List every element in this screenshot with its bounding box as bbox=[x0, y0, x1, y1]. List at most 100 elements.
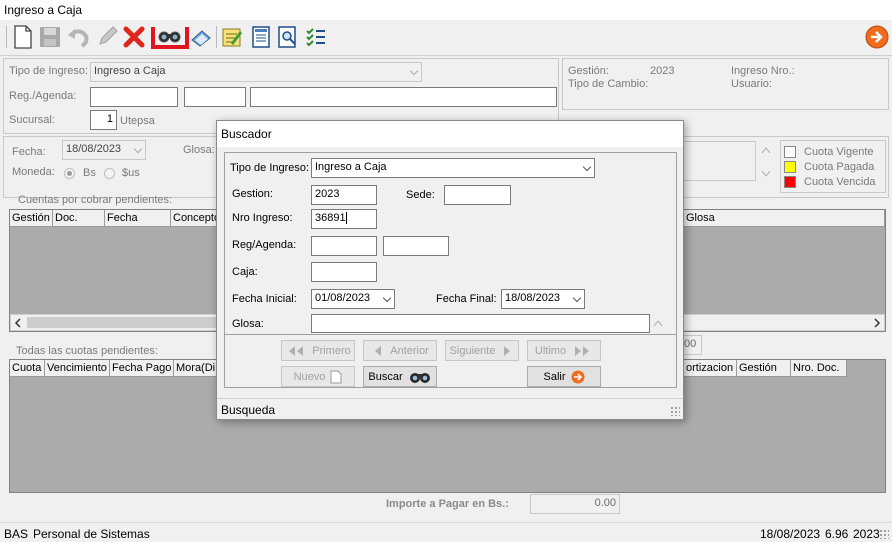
delete-icon[interactable] bbox=[121, 24, 147, 50]
fecha-value: 18/08/2023 bbox=[66, 143, 122, 155]
status-year: 2023 bbox=[853, 527, 880, 541]
binoculars-icon bbox=[409, 372, 430, 383]
document-icon[interactable] bbox=[248, 24, 274, 50]
scroll-up-icon[interactable] bbox=[653, 319, 663, 327]
dlg-caja-label: Caja: bbox=[232, 266, 258, 278]
scroll-left-icon[interactable] bbox=[14, 318, 22, 328]
scroll-down-icon[interactable] bbox=[761, 170, 771, 178]
tipo-ingreso-label: Tipo de Ingreso: bbox=[9, 65, 89, 77]
salir-button[interactable]: Salir bbox=[527, 366, 601, 387]
glosa-label: Glosa: bbox=[183, 144, 215, 156]
glosa-field-tail[interactable] bbox=[683, 141, 756, 181]
print-icon[interactable] bbox=[188, 24, 214, 50]
dlg-fecha-final-picker[interactable]: 18/08/2023 bbox=[501, 289, 585, 309]
resize-grip[interactable] bbox=[879, 529, 889, 539]
fecha-picker[interactable]: 18/08/2023 bbox=[62, 140, 146, 160]
edit-icon[interactable] bbox=[94, 24, 120, 50]
exit-arrow-icon bbox=[571, 370, 584, 383]
dlg-gestion-field[interactable]: 2023 bbox=[311, 185, 377, 205]
buscador-dialog: Buscador Tipo de Ingreso: Ingreso a Caja… bbox=[216, 120, 684, 420]
grid2-header[interactable]: Nro. Doc. bbox=[791, 360, 847, 377]
grid1-header[interactable]: Glosa bbox=[684, 210, 885, 227]
reg-agenda-field-3[interactable] bbox=[250, 87, 557, 107]
dlg-nro-label: Nro Ingreso: bbox=[232, 212, 293, 224]
toolbar bbox=[0, 20, 892, 56]
status-code: BAS bbox=[4, 527, 29, 541]
reg-agenda-field-1[interactable] bbox=[90, 87, 178, 107]
chevron-down-icon bbox=[572, 293, 582, 303]
dialog-statusbar: Busqueda bbox=[217, 398, 683, 419]
dlg-tipo-combo[interactable]: Ingreso a Caja bbox=[311, 158, 595, 178]
buscar-button[interactable]: Buscar bbox=[363, 366, 437, 387]
moneda-bs-radio[interactable] bbox=[64, 168, 75, 179]
importe-label: Importe a Pagar en Bs.: bbox=[386, 498, 509, 510]
preview-icon[interactable] bbox=[275, 24, 301, 50]
window-titlebar: Ingreso a Caja bbox=[0, 0, 892, 20]
dlg-fecha-inicial-picker[interactable]: 01/08/2023 bbox=[311, 289, 395, 309]
sucursal-field[interactable]: 1 bbox=[90, 110, 117, 130]
chevron-down-icon bbox=[582, 162, 592, 172]
dlg-caja-field[interactable] bbox=[311, 262, 377, 282]
grid2-header[interactable]: Gestión bbox=[737, 360, 791, 377]
moneda-us-radio[interactable] bbox=[104, 168, 115, 179]
importe-field[interactable]: 0.00 bbox=[530, 494, 620, 514]
grid2-header[interactable]: Vencimiento bbox=[45, 360, 110, 377]
siguiente-button[interactable]: Siguiente bbox=[445, 340, 519, 361]
reg-agenda-field-2[interactable] bbox=[184, 87, 246, 107]
nuevo-button[interactable]: Nuevo bbox=[281, 366, 355, 387]
sucursal-name: Utepsa bbox=[120, 115, 155, 127]
window-title: Ingreso a Caja bbox=[4, 3, 83, 17]
sucursal-label: Sucursal: bbox=[9, 114, 55, 126]
tipo-cambio-label: Tipo de Cambio: bbox=[568, 78, 649, 90]
dialog-titlebar: Buscador bbox=[217, 121, 683, 147]
dlg-glosa-field[interactable] bbox=[311, 314, 650, 333]
dlg-sede-field[interactable] bbox=[444, 185, 511, 205]
notes-icon[interactable] bbox=[219, 24, 245, 50]
primero-button[interactable]: Primero bbox=[281, 340, 355, 361]
dlg-fecha-final-value: 18/08/2023 bbox=[505, 292, 561, 304]
grid2-header[interactable]: Fecha Pago bbox=[110, 360, 174, 377]
dlg-reg-field-2[interactable] bbox=[383, 236, 449, 256]
grid1-header[interactable]: Gestión bbox=[10, 210, 53, 227]
right-arrow-icon bbox=[504, 345, 511, 356]
dlg-tipo-label: Tipo de Ingreso: bbox=[230, 162, 310, 174]
anterior-label: Anterior bbox=[390, 344, 429, 357]
new-icon[interactable] bbox=[10, 24, 36, 50]
legend-label-vigente: Cuota Vigente bbox=[804, 146, 874, 158]
checklist-icon[interactable] bbox=[303, 24, 329, 50]
grid2-header[interactable]: ortizacion bbox=[684, 360, 737, 377]
dlg-sede-label: Sede: bbox=[406, 189, 435, 201]
next-arrow-icon[interactable] bbox=[864, 24, 890, 50]
usuario-label: Usuario: bbox=[731, 78, 772, 90]
grid1-scroll-thumb[interactable] bbox=[27, 317, 227, 328]
grid1-caption: Cuentas por cobrar pendientes: bbox=[18, 194, 173, 206]
save-icon[interactable] bbox=[37, 24, 63, 50]
scroll-right-icon[interactable] bbox=[873, 318, 881, 328]
double-left-arrow-icon bbox=[289, 345, 304, 356]
moneda-label: Moneda: bbox=[12, 166, 55, 178]
grid2-header[interactable]: Cuota bbox=[10, 360, 45, 377]
grid1-header[interactable]: Doc. bbox=[53, 210, 105, 227]
legend-label-pagada: Cuota Pagada bbox=[804, 161, 875, 173]
nuevo-label: Nuevo bbox=[293, 370, 326, 383]
search-highlight[interactable] bbox=[150, 23, 190, 51]
dlg-nro-field[interactable]: 36891 bbox=[311, 209, 377, 229]
chevron-down-icon bbox=[409, 66, 419, 76]
left-arrow-icon bbox=[375, 345, 382, 356]
text-caret bbox=[345, 212, 347, 225]
undo-icon[interactable] bbox=[65, 24, 91, 50]
dlg-reg-label: Reg/Agenda: bbox=[232, 239, 297, 251]
ultimo-button[interactable]: Ultimo bbox=[527, 340, 601, 361]
dialog-resize-grip[interactable] bbox=[670, 406, 680, 416]
scroll-up-icon[interactable] bbox=[761, 146, 771, 154]
legend-swatch-vencida bbox=[784, 176, 796, 188]
grid1-header[interactable]: Concepto bbox=[171, 210, 219, 227]
dialog-status-text: Busqueda bbox=[221, 403, 276, 417]
dlg-reg-field-1[interactable] bbox=[311, 236, 377, 256]
grid1-header[interactable]: Fecha bbox=[105, 210, 171, 227]
ingreso-nro-label: Ingreso Nro.: bbox=[731, 65, 795, 77]
grid2-header[interactable]: Mora(Di bbox=[174, 360, 218, 377]
anterior-button[interactable]: Anterior bbox=[363, 340, 437, 361]
tipo-ingreso-combo[interactable]: Ingreso a Caja bbox=[90, 62, 422, 82]
new-document-icon bbox=[330, 370, 342, 383]
